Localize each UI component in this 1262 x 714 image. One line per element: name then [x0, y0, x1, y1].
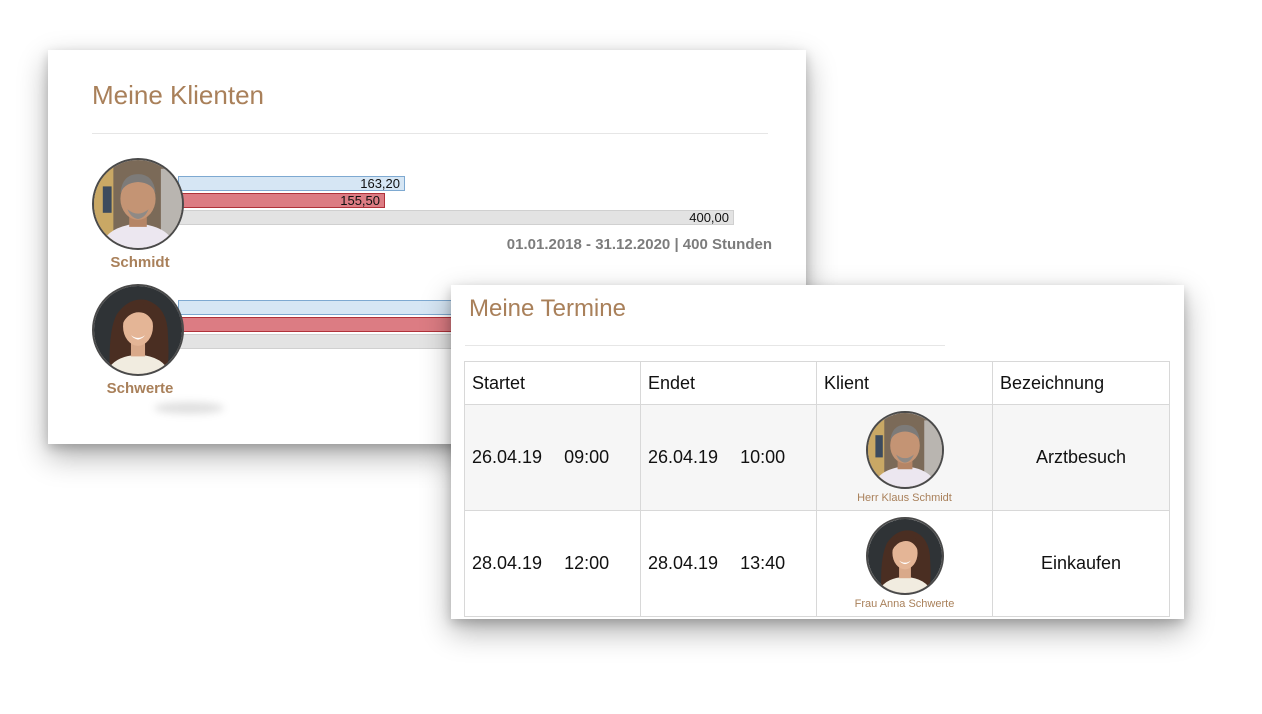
client-cell[interactable]: Herr Klaus Schmidt [816, 404, 993, 511]
used-hours-bar: 155,50 [178, 193, 385, 208]
table-row[interactable]: 26.04.19 09:00 26.04.19 10:00 Herr Klaus S… [464, 404, 1170, 511]
start-date: 28.04.19 [472, 553, 543, 573]
man-portrait-icon [94, 160, 182, 248]
column-header-end[interactable]: Endet [640, 361, 817, 405]
description-cell[interactable]: Einkaufen [992, 510, 1170, 617]
end-date: 26.04.19 [648, 447, 719, 467]
table-row[interactable]: 28.04.19 12:00 28.04.19 13:40 Frau Anna Sc… [464, 510, 1170, 617]
man-portrait-icon [868, 413, 942, 487]
woman-portrait-icon [868, 519, 942, 593]
end-time: 13:40 [740, 553, 786, 573]
start-cell: 28.04.19 12:00 [464, 510, 641, 617]
start-time: 12:00 [564, 553, 610, 573]
end-cell: 28.04.19 13:40 [640, 510, 817, 617]
avatar[interactable] [92, 158, 184, 250]
end-date: 28.04.19 [648, 553, 719, 573]
booked-hours-bar: 163,20 [178, 176, 405, 191]
avatar-shadow [154, 402, 224, 414]
woman-portrait-icon [94, 286, 182, 374]
client-name[interactable]: Schwerte [92, 380, 188, 397]
client-name[interactable]: Schmidt [92, 254, 188, 271]
divider [465, 345, 945, 346]
description-cell[interactable]: Arztbesuch [992, 404, 1170, 511]
column-header-description[interactable]: Bezeichnung [992, 361, 1170, 405]
clients-panel-title: Meine Klienten [92, 80, 264, 110]
avatar[interactable] [865, 411, 944, 489]
appointments-panel: Meine Termine Startet Endet Klient Bezei… [451, 285, 1184, 619]
total-hours-bar: 400,00 [178, 210, 734, 225]
client-full-name[interactable]: Frau Anna Schwerte [818, 598, 991, 610]
column-header-start[interactable]: Startet [464, 361, 641, 405]
contract-period: 01.01.2018 - 31.12.2020 | 400 Stunden [506, 236, 772, 253]
end-time: 10:00 [740, 447, 786, 467]
client-cell[interactable]: Frau Anna Schwerte [816, 510, 993, 617]
avatar[interactable] [865, 517, 944, 595]
start-time: 09:00 [564, 447, 610, 467]
client-row-schmidt[interactable]: 163,20 155,50 400,00 01.01.2018 - 31.12.… [92, 158, 772, 278]
appointments-table: Startet Endet Klient Bezeichnung 26.04.1… [464, 361, 1170, 617]
start-date: 26.04.19 [472, 447, 543, 467]
column-header-client[interactable]: Klient [816, 361, 993, 405]
appointments-panel-title: Meine Termine [469, 295, 626, 322]
table-header-row: Startet Endet Klient Bezeichnung [464, 361, 1170, 405]
end-cell: 26.04.19 10:00 [640, 404, 817, 511]
divider [92, 133, 768, 134]
client-full-name[interactable]: Herr Klaus Schmidt [818, 492, 991, 504]
avatar[interactable] [92, 284, 184, 376]
start-cell: 26.04.19 09:00 [464, 404, 641, 511]
